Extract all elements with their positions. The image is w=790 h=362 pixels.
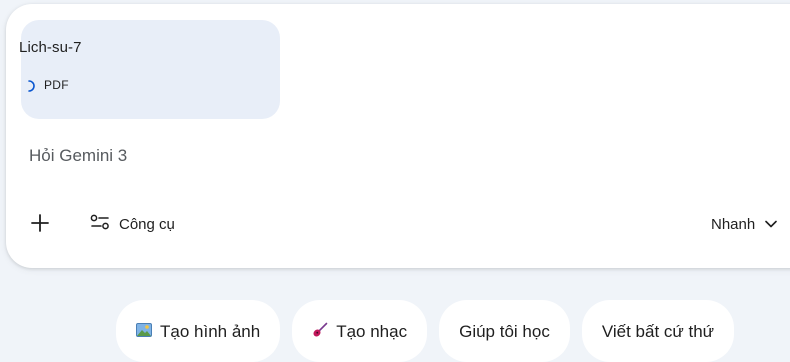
plus-icon	[29, 214, 51, 238]
tune-icon	[89, 213, 111, 236]
suggestion-chip-create-image[interactable]: Tạo hình ảnh	[116, 300, 281, 362]
tools-button[interactable]: Công cụ	[89, 212, 175, 236]
suggestion-chips: Tạo hình ảnh Tạo nhạc Giúp tôi học Viết …	[116, 300, 735, 362]
chevron-down-icon	[765, 215, 778, 233]
guitar-emoji-icon	[312, 322, 328, 344]
attachment-chip[interactable]	[21, 20, 280, 119]
suggestion-chip-help-me-learn[interactable]: Giúp tôi học	[439, 300, 570, 362]
suggestion-chip-label: Giúp tôi học	[459, 322, 550, 341]
mode-selector[interactable]: Nhanh	[711, 212, 778, 236]
attachment-type-label: PDF	[44, 78, 69, 92]
suggestion-chip-write-anything[interactable]: Viết bất cứ thứ	[581, 300, 735, 362]
mode-label: Nhanh	[711, 215, 756, 233]
suggestion-chip-create-music[interactable]: Tạo nhạc	[292, 300, 428, 362]
attachment-name: Lich-su-7	[19, 39, 82, 56]
suggestion-chip-label: Viết bất cứ thứ	[601, 322, 715, 341]
tools-label: Công cụ	[119, 215, 175, 233]
prompt-input[interactable]	[29, 144, 529, 168]
loading-spinner-icon	[28, 79, 35, 92]
image-emoji-icon	[136, 322, 152, 344]
attachment-type-row: PDF	[28, 78, 69, 92]
add-button[interactable]	[29, 212, 51, 234]
suggestion-chip-label: Tạo nhạc	[336, 322, 408, 341]
suggestion-chip-label: Tạo hình ảnh	[160, 322, 261, 341]
